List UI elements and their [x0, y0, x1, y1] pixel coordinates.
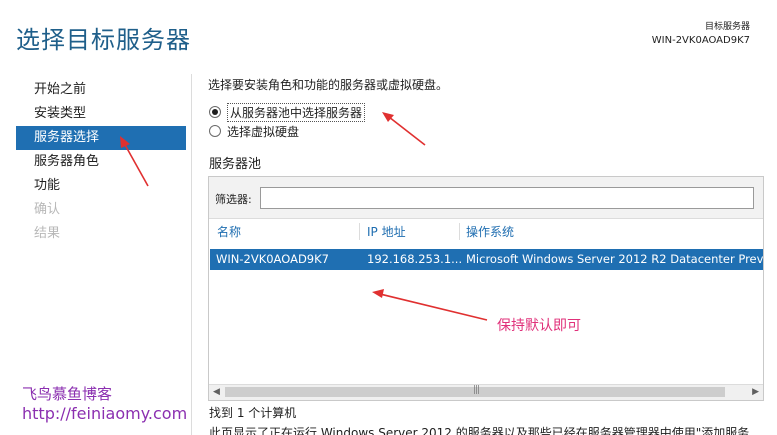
- page-title: 选择目标服务器: [16, 26, 191, 54]
- filter-input[interactable]: [260, 187, 754, 209]
- column-header-name[interactable]: 名称: [217, 221, 241, 243]
- wizard-nav: 开始之前 安装类型 服务器选择 服务器角色 功能 确认 结果: [16, 78, 186, 246]
- arrow-icon: [388, 116, 426, 146]
- filter-label: 筛选器:: [215, 193, 252, 206]
- filter-bar: 筛选器:: [209, 177, 763, 219]
- option-virtual-disk[interactable]: 选择虚拟硬盘: [209, 122, 299, 140]
- destination-server-label: 目标服务器: [704, 22, 750, 32]
- radio-server-pool[interactable]: [209, 106, 221, 118]
- annotation-text: 保持默认即可: [497, 318, 581, 334]
- cell-name: WIN-2VK0AOAD9K7: [216, 252, 329, 266]
- watermark-name: 飞鸟慕鱼博客: [22, 385, 113, 403]
- option-server-pool-label[interactable]: 从服务器池中选择服务器: [227, 102, 366, 122]
- table-row[interactable]: WIN-2VK0AOAD9K7 192.168.253.1... Microso…: [210, 249, 763, 270]
- destination-server-value: WIN-2VK0AOAD9K7: [651, 35, 750, 46]
- watermark-url: http://feiniaomy.com: [22, 404, 188, 423]
- nav-divider: [191, 74, 192, 435]
- option-virtual-disk-label[interactable]: 选择虚拟硬盘: [227, 123, 299, 140]
- nav-item-before-you-begin[interactable]: 开始之前: [16, 78, 186, 102]
- scroll-left-icon[interactable]: ◀: [213, 387, 220, 397]
- nav-item-server-roles[interactable]: 服务器角色: [16, 150, 186, 174]
- grip-icon: |||: [473, 385, 480, 395]
- column-header-os[interactable]: 操作系统: [466, 221, 514, 243]
- server-pool-heading: 服务器池: [209, 157, 262, 172]
- radio-virtual-disk[interactable]: [209, 125, 221, 137]
- column-header-ip[interactable]: IP 地址: [367, 221, 406, 243]
- horizontal-scrollbar[interactable]: ◀ ||| ▶: [209, 384, 763, 400]
- nav-item-features[interactable]: 功能: [16, 174, 186, 198]
- nav-item-server-selection[interactable]: 服务器选择: [16, 126, 186, 150]
- server-pool-grid: 筛选器: 名称 IP 地址 操作系统 WIN-2VK0AOAD9K7 192.1…: [208, 176, 764, 401]
- option-server-pool[interactable]: 从服务器池中选择服务器: [209, 102, 366, 122]
- arrowhead-icon: [382, 112, 394, 122]
- nav-item-confirmation: 确认: [34, 202, 61, 217]
- scrollbar-thumb[interactable]: |||: [225, 385, 725, 397]
- destination-server: 目标服务器 WIN-2VK0AOAD9K7: [652, 21, 750, 47]
- nav-item-installation-type[interactable]: 安装类型: [16, 102, 186, 126]
- column-separator[interactable]: [359, 223, 360, 240]
- description-text: 此页显示了正在运行 Windows Server 2012 的服务器以及那些已经…: [209, 426, 750, 435]
- scroll-right-icon[interactable]: ▶: [752, 387, 759, 397]
- column-separator[interactable]: [459, 223, 460, 240]
- intro-text: 选择要安装角色和功能的服务器或虚拟硬盘。: [208, 78, 449, 92]
- cell-os: Microsoft Windows Server 2012 R2 Datacen…: [466, 252, 763, 266]
- nav-item-results: 结果: [34, 226, 61, 241]
- found-count: 找到 1 个计算机: [209, 406, 297, 420]
- cell-ip: 192.168.253.1...: [367, 252, 463, 266]
